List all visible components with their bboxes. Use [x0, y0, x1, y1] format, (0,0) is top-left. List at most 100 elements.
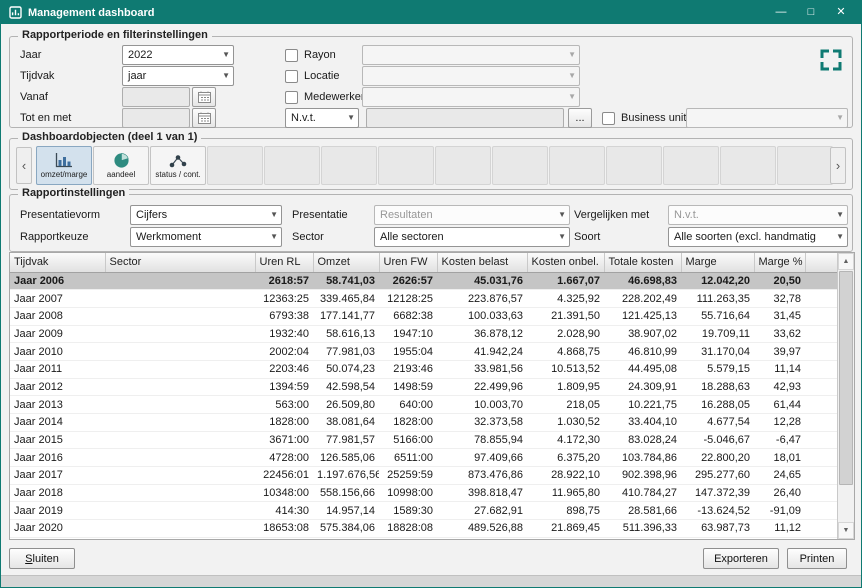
table-row[interactable]: Jaar 2009 1932:40 58.616,13 1947:10 36.8… — [10, 325, 839, 343]
presentatie-select[interactable]: Resultaten ▼ — [374, 205, 570, 225]
cell-kosten-belast[interactable]: 78.855,94 — [437, 431, 527, 449]
cell-kosten-onbel[interactable]: 218,05 — [527, 396, 604, 414]
cell-sector[interactable] — [105, 414, 255, 432]
cell-totale-kosten[interactable]: 10.221,75 — [604, 396, 681, 414]
column-header-marge-pct[interactable]: Marge % — [754, 253, 805, 272]
cell-marge-pct[interactable]: 31,45 — [754, 307, 805, 325]
cell-marge[interactable]: 19.709,11 — [681, 325, 754, 343]
cell-tijdvak[interactable]: Jaar 2015 — [10, 431, 105, 449]
tot-en-met-input[interactable] — [122, 108, 190, 128]
cell-marge[interactable]: -5.046,67 — [681, 431, 754, 449]
cell-kosten-onbel[interactable]: 4.172,30 — [527, 431, 604, 449]
cell-kosten-onbel[interactable]: 6.375,20 — [527, 449, 604, 467]
cell-totale-kosten[interactable]: 38.907,02 — [604, 325, 681, 343]
cell-uren-fw[interactable]: 2193:46 — [379, 360, 437, 378]
cell-marge-pct[interactable]: 39,97 — [754, 343, 805, 361]
scrollbar-thumb[interactable] — [839, 271, 853, 485]
vanaf-calendar-button[interactable] — [192, 87, 216, 107]
cell-tijdvak[interactable]: Jaar 2009 — [10, 325, 105, 343]
cell-kosten-belast[interactable]: 100.033,63 — [437, 307, 527, 325]
cell-uren-rl[interactable]: 563:00 — [255, 396, 313, 414]
cell-kosten-onbel[interactable]: 1.667,07 — [527, 272, 604, 290]
cell-kosten-belast[interactable]: 873.476,86 — [437, 467, 527, 485]
cell-uren-rl[interactable]: 22456:01 — [255, 467, 313, 485]
cell-kosten-belast[interactable]: 10.003,70 — [437, 396, 527, 414]
cell-uren-rl[interactable]: 1932:40 — [255, 325, 313, 343]
maximize-button[interactable]: □ — [799, 1, 823, 24]
dashboard-next-button[interactable]: › — [830, 147, 846, 184]
expand-button[interactable] — [816, 45, 846, 75]
cell-omzet[interactable]: 42.598,54 — [313, 378, 379, 396]
medewerker-checkbox[interactable]: Medewerker — [285, 87, 365, 107]
cell-tijdvak[interactable]: Jaar 2008 — [10, 307, 105, 325]
cell-marge[interactable]: 63.987,73 — [681, 520, 754, 538]
cell-sector[interactable] — [105, 449, 255, 467]
cell-marge[interactable]: 12.042,20 — [681, 272, 754, 290]
cell-kosten-belast[interactable]: 32.373,58 — [437, 414, 527, 432]
cell-kosten-belast[interactable]: 41.942,24 — [437, 343, 527, 361]
presentatievorm-select[interactable]: Cijfers ▼ — [130, 205, 282, 225]
cell-marge-pct[interactable]: 26,40 — [754, 484, 805, 502]
checkbox-box[interactable] — [285, 70, 298, 83]
cell-totale-kosten[interactable]: 511.396,33 — [604, 520, 681, 538]
cell-sector[interactable] — [105, 396, 255, 414]
scroll-down-button[interactable]: ▼ — [838, 522, 854, 539]
cell-kosten-belast[interactable]: 22.499,96 — [437, 378, 527, 396]
table-row[interactable]: Jaar 2006 2618:57 58.741,03 2626:57 45.0… — [10, 272, 839, 290]
cell-sector[interactable] — [105, 360, 255, 378]
cell-kosten-onbel[interactable]: 11.965,80 — [527, 484, 604, 502]
cell-totale-kosten[interactable]: 103.784,86 — [604, 449, 681, 467]
table-row[interactable]: Jaar 2010 2002:04 77.981,03 1955:04 41.9… — [10, 343, 839, 361]
cell-kosten-onbel[interactable]: 2.028,90 — [527, 325, 604, 343]
cell-uren-rl[interactable]: 6793:38 — [255, 307, 313, 325]
column-header-uren-rl[interactable]: Uren RL — [255, 253, 313, 272]
cell-kosten-onbel[interactable]: 4.325,92 — [527, 290, 604, 308]
table-row[interactable]: Jaar 2012 1394:59 42.598,54 1498:59 22.4… — [10, 378, 839, 396]
soort-select[interactable]: Alle soorten (excl. handmatig ▼ — [668, 227, 848, 247]
column-header-marge[interactable]: Marge — [681, 253, 754, 272]
cell-marge[interactable]: 4.677,54 — [681, 414, 754, 432]
minimize-button[interactable]: — — [769, 1, 793, 24]
cell-sector[interactable] — [105, 307, 255, 325]
cell-uren-fw[interactable]: 640:00 — [379, 396, 437, 414]
cell-kosten-onbel[interactable]: 21.869,45 — [527, 520, 604, 538]
cell-kosten-belast[interactable]: 398.818,47 — [437, 484, 527, 502]
cell-marge[interactable]: 55.716,64 — [681, 307, 754, 325]
cell-uren-fw[interactable]: 1947:10 — [379, 325, 437, 343]
cell-omzet[interactable]: 58.616,13 — [313, 325, 379, 343]
cell-marge-pct[interactable]: 12,28 — [754, 414, 805, 432]
cell-uren-fw[interactable]: 6511:00 — [379, 449, 437, 467]
cell-marge-pct[interactable]: -91,09 — [754, 502, 805, 520]
cell-totale-kosten[interactable]: 46.698,83 — [604, 272, 681, 290]
cell-uren-fw[interactable]: 1498:59 — [379, 378, 437, 396]
cell-uren-rl[interactable]: 4728:00 — [255, 449, 313, 467]
cell-uren-fw[interactable]: 1589:30 — [379, 502, 437, 520]
cell-uren-fw[interactable]: 10998:00 — [379, 484, 437, 502]
cell-marge-pct[interactable]: 42,93 — [754, 378, 805, 396]
column-header-uren-fw[interactable]: Uren FW — [379, 253, 437, 272]
cell-marge[interactable]: 147.372,39 — [681, 484, 754, 502]
filter-value-input[interactable] — [366, 108, 564, 128]
cell-marge-pct[interactable]: -6,47 — [754, 431, 805, 449]
more-button[interactable]: ... — [568, 108, 592, 128]
cell-sector[interactable] — [105, 431, 255, 449]
table-row[interactable]: Jaar 2018 10348:00 558.156,66 10998:00 3… — [10, 484, 839, 502]
cell-omzet[interactable]: 14.957,14 — [313, 502, 379, 520]
cell-kosten-belast[interactable]: 97.409,66 — [437, 449, 527, 467]
cell-tijdvak[interactable]: Jaar 2018 — [10, 484, 105, 502]
table-row[interactable]: Jaar 2007 12363:25 339.465,84 12128:25 2… — [10, 290, 839, 308]
cell-omzet[interactable]: 177.141,77 — [313, 307, 379, 325]
cell-uren-fw[interactable]: 1828:00 — [379, 414, 437, 432]
cell-omzet[interactable]: 575.384,06 — [313, 520, 379, 538]
cell-uren-rl[interactable]: 12363:25 — [255, 290, 313, 308]
cell-kosten-onbel[interactable]: 10.513,52 — [527, 360, 604, 378]
cell-totale-kosten[interactable]: 24.309,91 — [604, 378, 681, 396]
cell-totale-kosten[interactable]: 902.398,96 — [604, 467, 681, 485]
column-header-omzet[interactable]: Omzet — [313, 253, 379, 272]
cell-marge-pct[interactable]: 24,65 — [754, 467, 805, 485]
dashboard-button-omzet-marge[interactable]: omzet/marge — [36, 146, 92, 185]
cell-uren-fw[interactable]: 12128:25 — [379, 290, 437, 308]
cell-kosten-belast[interactable]: 45.031,76 — [437, 272, 527, 290]
cell-omzet[interactable]: 558.156,66 — [313, 484, 379, 502]
scroll-up-button[interactable]: ▲ — [838, 253, 854, 270]
